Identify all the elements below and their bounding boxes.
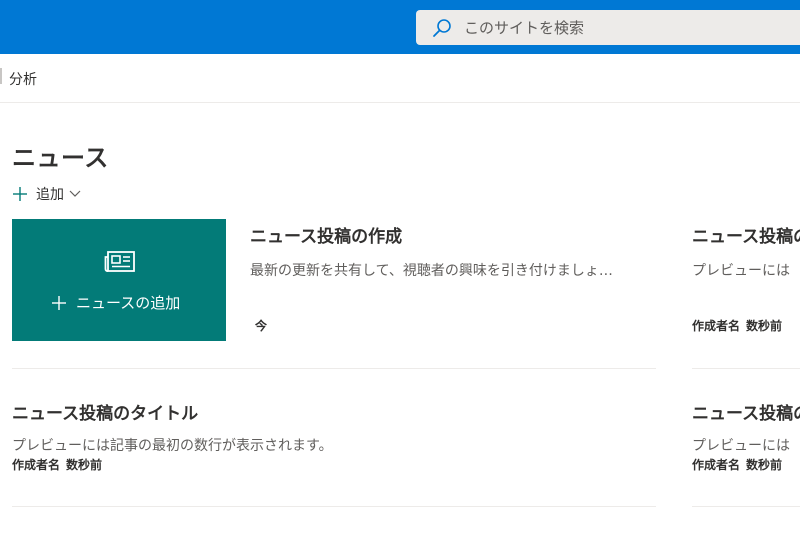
add-news-button[interactable]: 追加 bbox=[12, 183, 81, 205]
search-icon bbox=[433, 18, 451, 37]
news-card-title[interactable]: ニュース投稿の bbox=[692, 399, 800, 424]
search-box[interactable]: このサイトを検索 bbox=[416, 10, 800, 45]
news-card-author: 作成者名 bbox=[12, 458, 61, 472]
news-card-time: 今 bbox=[255, 319, 268, 333]
news-card-meta: 作成者名 数秒前 bbox=[692, 456, 782, 473]
news-card-title[interactable]: ニュース投稿の作成 bbox=[250, 222, 402, 247]
news-card-title[interactable]: ニュース投稿のタイトル bbox=[12, 399, 198, 424]
suite-bar: このサイトを検索 bbox=[0, 0, 800, 54]
news-icon bbox=[104, 251, 135, 272]
chevron-down-icon bbox=[69, 190, 81, 197]
add-news-tile-label: ニュースの追加 bbox=[76, 294, 181, 312]
card-divider bbox=[692, 368, 800, 369]
news-card-meta: 作成者名 数秒前 bbox=[12, 456, 102, 473]
news-card-description: プレビューには記事の最初の数行が表示されます。 bbox=[12, 438, 333, 454]
news-card-title[interactable]: ニュース投稿の bbox=[692, 222, 800, 247]
news-card-time: 数秒前 bbox=[746, 458, 783, 472]
nav-item-analytics[interactable]: 分析 bbox=[9, 69, 37, 89]
add-news-label: 追加 bbox=[36, 187, 64, 203]
add-news-tile-line[interactable]: ニュースの追加 bbox=[52, 292, 180, 313]
nav-divider bbox=[0, 68, 2, 84]
news-card-author: 作成者名 bbox=[692, 319, 741, 333]
plus-icon bbox=[52, 295, 66, 310]
card-divider bbox=[12, 368, 656, 369]
news-card-meta: 今 bbox=[255, 317, 267, 334]
card-divider bbox=[12, 506, 656, 507]
news-card-time: 数秒前 bbox=[66, 458, 103, 472]
news-card-author: 作成者名 bbox=[692, 458, 741, 472]
news-card-time: 数秒前 bbox=[746, 319, 783, 333]
add-news-tile[interactable] bbox=[12, 219, 226, 341]
site-navigation: 分析 bbox=[0, 54, 800, 103]
search-placeholder: このサイトを検索 bbox=[464, 19, 585, 37]
card-divider bbox=[692, 506, 800, 507]
plus-icon bbox=[13, 187, 27, 201]
news-card-description: 最新の更新を共有して、視聴者の興味を引き付けましょ… bbox=[250, 263, 613, 279]
news-card-description: プレビューには bbox=[692, 263, 790, 279]
news-heading: ニュース bbox=[12, 144, 109, 172]
news-card-description: プレビューには bbox=[692, 438, 790, 454]
news-card-meta: 作成者名 数秒前 bbox=[692, 317, 782, 334]
